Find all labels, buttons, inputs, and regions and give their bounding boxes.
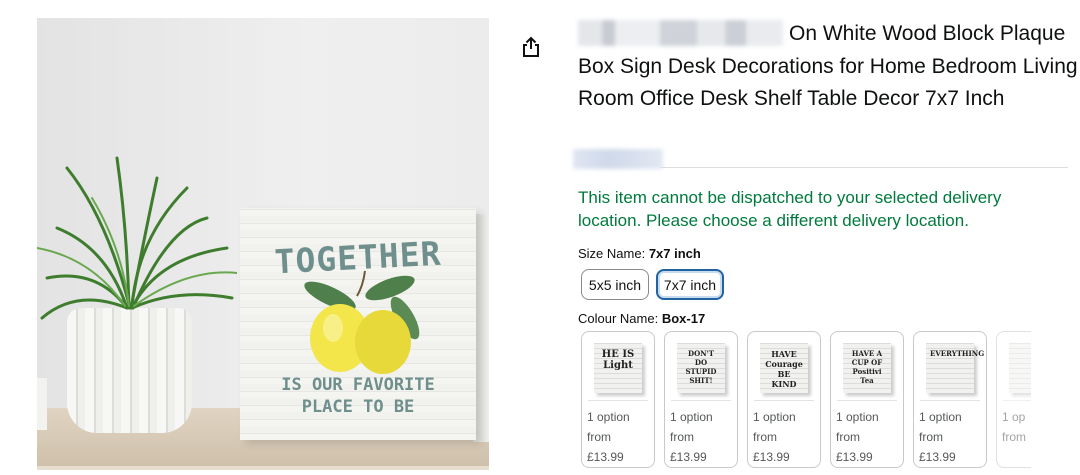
swatch-thumbnail: EVERYTHING (920, 337, 985, 401)
size-label: Size Name: 7x7 inch (578, 246, 701, 261)
redacted-brand (578, 20, 783, 46)
size-selected-value: 7x7 inch (648, 246, 701, 261)
swatch-option-count: 1 option (919, 410, 962, 424)
swatch-info: 1 option from £13.99 (919, 407, 962, 467)
swatch-from: from (670, 430, 694, 444)
swatch-info: 1 option from £13.99 (836, 407, 879, 467)
plaque-subtitle-line2: PLACE TO BE (301, 397, 415, 417)
swatch-thumb-text: HAVE A CUP OF Positivi Tea (851, 349, 883, 385)
colour-swatch[interactable]: HE IS Light 1 option from £13.99 (581, 331, 655, 468)
swatch-option-count: 1 op (1002, 410, 1026, 424)
redacted-link[interactable] (573, 149, 663, 169)
swatch-price: £13.99 (670, 450, 707, 464)
swatch-option-count: 1 option (587, 410, 630, 424)
colour-swatch[interactable]: DON'T DO STUPID SHIT! 1 option from £13.99 (664, 331, 738, 468)
colour-swatch[interactable]: HAVE Courage BE KIND 1 option from £13.99 (747, 331, 821, 468)
swatch-thumbnail: HAVE A CUP OF Positivi Tea (837, 337, 897, 401)
plaque-subtitle-line1: IS OUR FAVORITE (281, 375, 435, 395)
image-plant (37, 128, 238, 328)
colour-swatch-list: HE IS Light 1 option from £13.99 DON'T DO … (581, 331, 1031, 471)
swatch-price: £13.99 (919, 450, 956, 464)
swatch-thumb-text: HAVE Courage BE KIND (765, 349, 803, 389)
colour-label: Colour Name: Box-17 (578, 311, 705, 326)
swatch-thumbnail: DON'T DO STUPID SHIT! (671, 337, 731, 401)
swatch-info: 1 option from £13.99 (587, 407, 630, 467)
colour-swatch-partial[interactable]: 1 op from (996, 331, 1031, 468)
swatch-thumb-text: HE IS Light (601, 349, 635, 371)
lemons-illustration (304, 270, 420, 374)
swatch-option-count: 1 option (670, 410, 713, 424)
colour-label-prefix: Colour Name: (578, 311, 659, 326)
swatch-from: from (753, 430, 777, 444)
image-shelf-edge (37, 466, 489, 470)
swatch-thumbnail: HE IS Light (588, 337, 648, 401)
swatch-option-count: 1 option (836, 410, 879, 424)
image-pot-edge (37, 378, 47, 430)
colour-swatch[interactable]: HAVE A CUP OF Positivi Tea 1 option from £… (830, 331, 904, 468)
size-option-5x5[interactable]: 5x5 inch (581, 269, 649, 300)
swatch-thumbnail (1003, 337, 1031, 401)
plaque-subtitle: IS OUR FAVORITE PLACE TO BE (240, 374, 476, 418)
swatch-price: £13.99 (753, 450, 790, 464)
product-title: On White Wood Block Plaque Box Sign Desk… (578, 18, 1078, 116)
swatch-from: from (919, 430, 943, 444)
swatch-price: £13.99 (587, 450, 624, 464)
swatch-thumb-text: DON'T DO STUPID SHIT! (685, 349, 717, 385)
swatch-from: from (836, 430, 860, 444)
swatch-info: 1 option from £13.99 (670, 407, 713, 467)
product-image[interactable]: TOGETHER IS OUR FAVORITE PLACE TO BE (37, 18, 489, 470)
share-icon[interactable] (521, 36, 541, 58)
swatch-thumbnail: HAVE Courage BE KIND (754, 337, 814, 401)
swatch-info: 1 option from £13.99 (753, 407, 796, 467)
size-option-7x7[interactable]: 7x7 inch (656, 269, 724, 300)
size-label-prefix: Size Name: (578, 246, 646, 261)
plaque-sign: TOGETHER IS OUR FAVORITE PLACE TO BE (240, 208, 476, 440)
swatch-option-count: 1 option (753, 410, 796, 424)
swatch-from: from (1002, 430, 1026, 444)
swatch-from: from (587, 430, 611, 444)
colour-selected-value: Box-17 (661, 311, 706, 326)
divider (660, 167, 1068, 168)
swatch-thumb-text: EVERYTHING (930, 349, 985, 358)
colour-swatch[interactable]: EVERYTHING 1 option from £13.99 (913, 331, 987, 468)
delivery-message: This item cannot be dispatched to your s… (578, 188, 1002, 230)
swatch-price: £13.99 (836, 450, 873, 464)
swatch-info: 1 op from (1002, 407, 1026, 447)
